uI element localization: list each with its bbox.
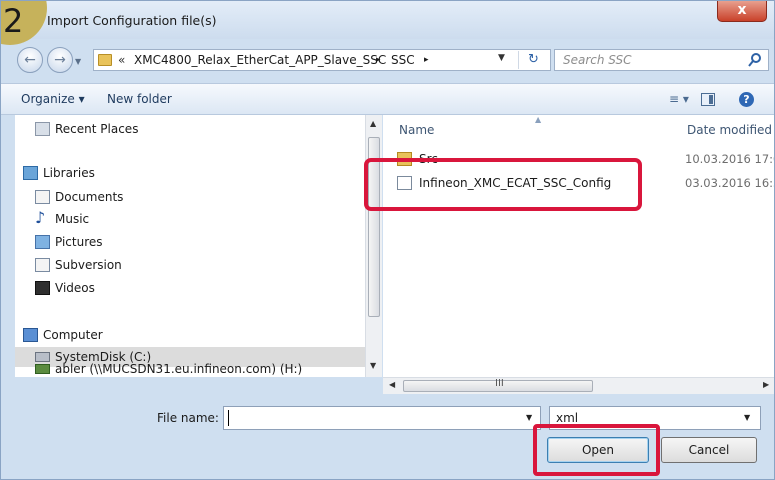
file-list-pane: Name ▲ Date modified Src 10.03.2016 17:0…: [383, 115, 774, 377]
computer-icon: [23, 328, 38, 342]
address-prefix[interactable]: «: [118, 53, 125, 67]
file-name-input[interactable]: ▼: [223, 406, 541, 430]
sort-ascending-icon: ▲: [535, 115, 542, 124]
file-type-dropdown-icon[interactable]: ▼: [744, 413, 750, 422]
nav-vertical-scrollbar[interactable]: ▲ ▼: [365, 115, 382, 377]
nav-item-label: Pictures: [55, 235, 103, 249]
breadcrumb-ssc[interactable]: SSC: [391, 53, 415, 67]
column-header-name[interactable]: Name: [399, 123, 434, 137]
search-placeholder: Search SSC: [563, 53, 632, 67]
back-arrow-icon: ←: [24, 52, 36, 68]
organize-button[interactable]: Organize ▾: [21, 92, 85, 106]
videos-icon: [35, 281, 50, 295]
forward-arrow-icon: →: [54, 52, 66, 68]
scroll-left-icon[interactable]: ◀: [389, 380, 395, 389]
breadcrumb-separator-end[interactable]: ▸: [424, 55, 429, 65]
breadcrumb-xmc4800[interactable]: XMC4800_Relax_EtherCat_APP_Slave_SSC: [134, 53, 386, 67]
music-icon: [35, 208, 50, 228]
new-folder-button[interactable]: New folder: [107, 92, 172, 106]
change-view-icon[interactable]: ≡ ▾: [669, 92, 689, 106]
pictures-icon: [35, 235, 50, 249]
breadcrumb-separator[interactable]: ▸: [376, 55, 381, 65]
file-type-value: xml: [556, 411, 579, 425]
file-date: 10.03.2016 17:07: [685, 152, 774, 166]
scroll-right-icon[interactable]: ▶: [763, 380, 769, 389]
scroll-grip: III: [495, 378, 504, 389]
back-button[interactable]: ←: [17, 47, 43, 73]
file-highlight-annotation: [364, 158, 642, 211]
nav-item-label: abler (\\MUCSDN31.eu.infineon.com) (H:): [55, 362, 303, 376]
navigation-pane: Recent Places Libraries Documents Music …: [15, 115, 365, 377]
nav-item-label: Libraries: [43, 166, 95, 180]
nav-item-label: Computer: [43, 328, 103, 342]
nav-item-label: Subversion: [55, 258, 122, 272]
documents-icon: [35, 190, 50, 204]
cancel-button[interactable]: Cancel: [661, 437, 757, 463]
file-date: 03.03.2016 16:37: [685, 176, 774, 190]
nav-item-label: Recent Places: [55, 122, 139, 136]
command-toolbar: Organize ▾ New folder ≡ ▾ ?: [1, 83, 774, 115]
search-icon[interactable]: [748, 52, 762, 68]
subversion-icon: [35, 258, 50, 272]
address-bar[interactable]: « XMC4800_Relax_EtherCat_APP_Slave_SSC ▸…: [93, 49, 551, 71]
preview-pane-icon[interactable]: [701, 93, 715, 106]
recent-places-icon: [35, 122, 50, 136]
recent-locations-dropdown[interactable]: ▼: [75, 57, 81, 66]
file-name-label: File name:: [157, 411, 219, 425]
text-caret: [228, 410, 229, 426]
import-dialog: Import Configuration file(s) x ← → ▼ « X…: [0, 0, 775, 480]
scroll-up-icon[interactable]: ▲: [370, 119, 376, 128]
disk-icon: [35, 352, 50, 362]
dialog-title: Import Configuration file(s): [47, 13, 217, 28]
title-bar: Import Configuration file(s) x: [1, 1, 774, 39]
file-horizontal-scrollbar[interactable]: ◀ III ▶: [383, 377, 774, 394]
forward-button[interactable]: →: [47, 47, 73, 73]
nav-item-label: Documents: [55, 190, 124, 204]
close-button[interactable]: x: [717, 1, 767, 22]
step-number: 2: [3, 2, 24, 40]
nav-item-label: Music: [55, 212, 90, 226]
file-name-dropdown-icon[interactable]: ▼: [526, 413, 532, 422]
address-dropdown-icon[interactable]: ▼: [498, 53, 505, 63]
help-icon[interactable]: ?: [739, 92, 754, 107]
nav-item-label: Videos: [55, 281, 95, 295]
refresh-icon[interactable]: ↻: [518, 51, 548, 69]
column-header-date-modified[interactable]: Date modified: [687, 123, 772, 137]
scroll-down-icon[interactable]: ▼: [370, 361, 376, 370]
libraries-icon: [23, 166, 38, 180]
network-drive-icon: [35, 364, 50, 374]
folder-icon: [98, 54, 112, 66]
open-highlight-annotation: [533, 424, 660, 476]
search-input[interactable]: Search SSC: [554, 49, 769, 71]
